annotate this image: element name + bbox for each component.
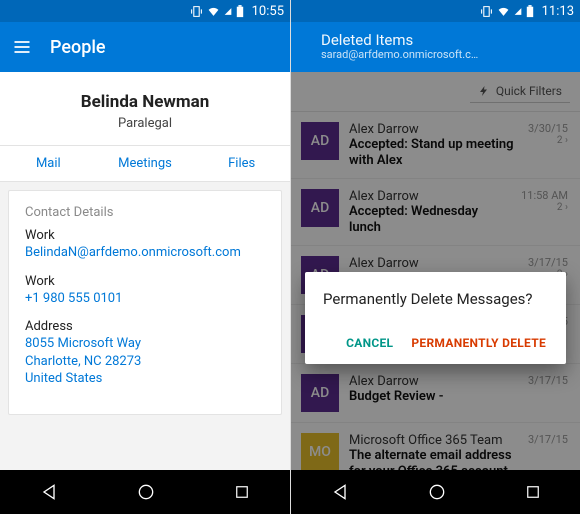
mail-date: 11:58 AM2 › — [521, 189, 568, 213]
field-work-phone: Work +1 980 555 0101 — [25, 274, 265, 308]
mail-body: Alex DarrowBudget Review - — [349, 374, 514, 405]
status-time: 11:13 — [542, 4, 574, 19]
appbar-title: People — [50, 37, 106, 58]
vibrate-icon — [190, 5, 203, 18]
delete-dialog: Permanently Delete Messages? CANCEL PERM… — [305, 272, 566, 364]
signal-icon — [514, 5, 522, 18]
contact-name: Belinda Newman — [0, 92, 290, 112]
filters-row: Quick Filters — [291, 72, 580, 112]
mail-subject: Budget Review - — [349, 389, 514, 405]
mail-from: Alex Darrow — [349, 122, 514, 137]
cancel-button[interactable]: CANCEL — [344, 330, 395, 356]
home-icon[interactable] — [427, 482, 447, 502]
back-icon[interactable] — [330, 482, 350, 502]
dialog-actions: CANCEL PERMANENTLY DELETE — [323, 330, 548, 356]
phone-value[interactable]: +1 980 555 0101 — [25, 290, 265, 308]
wifi-icon — [207, 5, 220, 18]
email-label: Work — [25, 228, 265, 243]
mail-from: Alex Darrow — [349, 374, 514, 389]
tab-files[interactable]: Files — [193, 146, 290, 181]
app-bar: People — [0, 22, 290, 72]
app-bar: Deleted Items sarad@arfdemo.onmicrosoft.… — [291, 22, 580, 72]
mail-item[interactable]: AD Alex DarrowAccepted: Stand up meeting … — [291, 112, 580, 179]
mail-from: Alex Darrow — [349, 256, 514, 271]
details-section-title: Contact Details — [25, 205, 265, 220]
avatar: AD — [301, 374, 339, 412]
recents-icon[interactable] — [524, 483, 542, 501]
field-work-email: Work BelindaN@arfdemo.onmicrosoft.com — [25, 228, 265, 262]
mail-date: 3/30/152 › — [528, 122, 568, 146]
home-icon[interactable] — [136, 482, 156, 502]
quick-filters-button[interactable]: Quick Filters — [470, 80, 570, 103]
mail-from: Microsoft Office 365 Team — [349, 433, 514, 448]
avatar: MO — [301, 433, 339, 470]
back-icon[interactable] — [39, 482, 59, 502]
permanently-delete-button[interactable]: PERMANENTLY DELETE — [409, 330, 548, 356]
mail-item[interactable]: AD Alex DarrowBudget Review - 3/17/15 — [291, 364, 580, 423]
avatar: AD — [301, 189, 339, 227]
status-bar: 10:55 — [0, 0, 290, 22]
recents-icon[interactable] — [233, 483, 251, 501]
lightning-icon — [478, 85, 490, 97]
mail-item[interactable]: MO Microsoft Office 365 TeamThe alternate… — [291, 423, 580, 470]
android-nav-bar — [291, 470, 580, 514]
tab-mail[interactable]: Mail — [0, 146, 97, 181]
signal-icon — [224, 5, 232, 18]
mail-subject: Accepted: Stand up meeting with Alex — [349, 137, 514, 168]
mail-body: Alex DarrowAccepted: Wednesday lunch — [349, 189, 507, 235]
mail-body: Alex DarrowAccepted: Stand up meeting wi… — [349, 122, 514, 168]
contact-role: Paralegal — [0, 116, 290, 131]
address-label: Address — [25, 319, 265, 334]
avatar: AD — [301, 122, 339, 160]
email-value[interactable]: BelindaN@arfdemo.onmicrosoft.com — [25, 244, 265, 262]
mail-subject: The alternate email address for your Off… — [349, 448, 514, 470]
mail-date: 3/17/15 — [528, 433, 568, 446]
dialog-message: Permanently Delete Messages? — [323, 290, 548, 308]
phone-delete-dialog: 11:13 Deleted Items sarad@arfdemo.onmicr… — [290, 0, 580, 514]
contact-header: Belinda Newman Paralegal — [0, 72, 290, 146]
field-address: Address 8055 Microsoft Way Charlotte, NC… — [25, 319, 265, 388]
contact-details-content: Contact Details Work BelindaN@arfdemo.on… — [0, 182, 290, 470]
mail-item[interactable]: AD Alex DarrowAccepted: Wednesday lunch 11… — [291, 179, 580, 246]
vibrate-icon — [480, 5, 493, 18]
address-value[interactable]: 8055 Microsoft Way Charlotte, NC 28273 U… — [25, 335, 265, 388]
mail-list: Quick Filters ADAlex DarrowAccepted: Sta… — [291, 72, 580, 470]
wifi-icon — [497, 5, 510, 18]
tab-meetings[interactable]: Meetings — [97, 146, 194, 181]
status-time: 10:55 — [252, 4, 284, 19]
mail-from: Alex Darrow — [349, 189, 507, 204]
contact-details-card: Contact Details Work BelindaN@arfdemo.on… — [8, 190, 282, 415]
phone-people: 10:55 People Belinda Newman Paralegal Ma… — [0, 0, 290, 514]
hamburger-icon[interactable] — [12, 37, 32, 57]
tab-bar: Mail Meetings Files — [0, 146, 290, 182]
mail-subject: Accepted: Wednesday lunch — [349, 204, 507, 235]
battery-icon — [526, 5, 534, 18]
android-nav-bar — [0, 470, 290, 514]
phone-label: Work — [25, 274, 265, 289]
mail-body: Alex Darrow — [349, 256, 514, 271]
status-bar: 11:13 — [291, 0, 580, 22]
battery-icon — [236, 5, 244, 18]
mail-date: 3/17/15 — [528, 374, 568, 387]
appbar-subtitle: Deleted Items sarad@arfdemo.onmicrosoft.… — [321, 32, 478, 62]
folder-name: Deleted Items — [321, 32, 478, 49]
account-email: sarad@arfdemo.onmicrosoft.c… — [321, 49, 478, 62]
mail-body: Microsoft Office 365 TeamThe alternate e… — [349, 433, 514, 470]
